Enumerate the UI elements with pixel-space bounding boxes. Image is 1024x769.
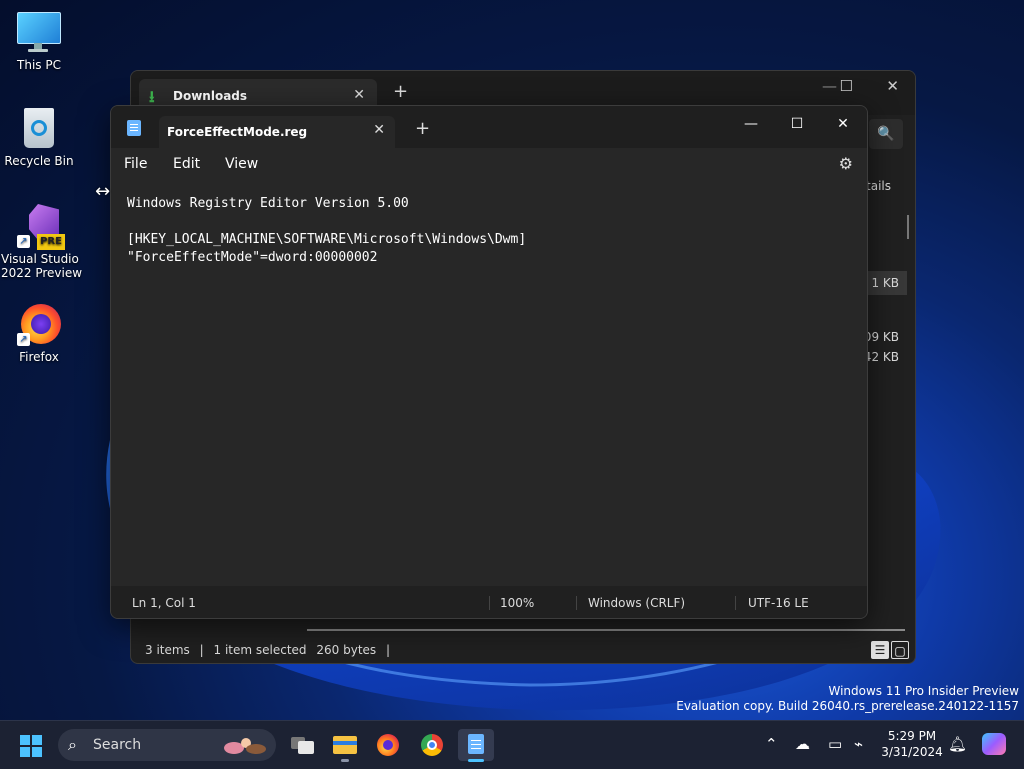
monitor-icon	[17, 10, 61, 54]
search-label: Search	[93, 737, 142, 753]
details-view-icon[interactable]: ☰	[871, 641, 889, 659]
cloud-offline-icon[interactable]: ☁	[795, 735, 810, 753]
desktop-icon-label: Firefox	[19, 350, 59, 364]
status-separator: |	[385, 643, 391, 657]
preview-badge: PRE	[37, 234, 65, 250]
recycle-bin-icon	[17, 106, 61, 150]
editor-line: [HKEY_LOCAL_MACHINE\SOFTWARE\Microsoft\W…	[127, 232, 527, 247]
encoding: UTF-16 LE	[748, 596, 809, 610]
close-tab-icon[interactable]: ✕	[373, 122, 385, 138]
minimize-button[interactable]: —	[822, 77, 837, 95]
watermark-line-2: Evaluation copy. Build 26040.rs_prerelea…	[676, 699, 1019, 713]
clock-date: 3/31/2024	[881, 745, 943, 759]
search-icon: ⌕	[68, 735, 77, 754]
folder-icon	[333, 736, 357, 754]
editor-line: Windows Registry Editor Version 5.00	[127, 196, 409, 211]
desktop-icon-this-pc[interactable]: This PC	[1, 10, 77, 72]
notification-bell-icon[interactable]: 🔔︎	[948, 735, 967, 753]
notepad-tab[interactable]: ForceEffectMode.reg ✕	[159, 116, 395, 148]
visual-studio-icon: PRE ↗	[17, 204, 65, 250]
notepad-title-bar: ForceEffectMode.reg ✕ + — ☐ ✕	[111, 106, 867, 148]
selection-size: 260 bytes	[316, 643, 377, 657]
notepad-icon	[468, 734, 484, 754]
taskbar-file-explorer[interactable]	[327, 729, 363, 762]
file-size: 1 KB	[871, 276, 899, 290]
status-divider	[489, 596, 490, 610]
settings-gear-icon[interactable]: ⚙	[839, 154, 853, 173]
close-button[interactable]: ✕	[823, 110, 863, 138]
status-divider	[735, 596, 736, 610]
editor-line: "ForceEffectMode"=dword:00000002	[127, 250, 378, 265]
desktop-icon-firefox[interactable]: ↗ Firefox	[1, 302, 77, 364]
resize-cursor-icon: ↔	[95, 181, 111, 202]
network-icon[interactable]: ⌁	[854, 735, 863, 753]
evaluation-watermark: Windows 11 Pro Insider Preview Evaluatio…	[676, 684, 1019, 714]
zoom-level: 100%	[500, 596, 535, 610]
firefox-icon: ↗	[17, 302, 61, 346]
tiles-view-icon[interactable]: ▢	[891, 641, 909, 659]
menu-edit[interactable]: Edit	[173, 156, 200, 172]
taskbar-clock[interactable]: 5:29 PM 3/31/2024	[880, 728, 944, 760]
desktop-icon-visual-studio[interactable]: PRE ↗ Visual Studio 2022 Preview	[1, 204, 83, 280]
new-tab-button[interactable]: +	[415, 118, 430, 139]
close-tab-icon[interactable]: ✕	[353, 87, 365, 103]
notepad-menu-bar: File Edit View ⚙	[111, 148, 867, 180]
taskbar-chrome[interactable]	[414, 729, 450, 761]
status-divider	[576, 596, 577, 610]
new-tab-button[interactable]: +	[393, 81, 408, 102]
text-editor[interactable]: Windows Registry Editor Version 5.00 [HK…	[111, 180, 867, 586]
item-count: 3 items	[145, 643, 190, 657]
clock-time: 5:29 PM	[887, 729, 937, 743]
shortcut-arrow-icon: ↗	[17, 235, 30, 248]
desktop-icon-label: Visual Studio 2022 Preview	[1, 252, 83, 280]
menu-file[interactable]: File	[124, 156, 147, 172]
taskbar-search-box[interactable]: ⌕ Search	[58, 729, 276, 761]
notepad-app-icon	[127, 120, 141, 136]
taskbar-notepad[interactable]	[458, 729, 494, 762]
display-icon[interactable]: ▭	[828, 735, 842, 753]
task-view-button[interactable]	[284, 729, 320, 761]
copilot-icon[interactable]	[982, 733, 1006, 755]
search-icon[interactable]: 🔍	[869, 119, 903, 149]
maximize-button[interactable]: ☐	[777, 110, 817, 138]
explorer-tab-label: Downloads	[173, 89, 248, 103]
taskbar: ⌕ Search ⌃ ☁ ▭ ⌁ 5:29 PM 3/31/2024 🔔︎	[0, 720, 1024, 769]
selection-count: 1 item selected	[213, 643, 307, 657]
menu-view[interactable]: View	[225, 156, 258, 172]
vertical-scrollbar[interactable]	[907, 215, 909, 239]
horizontal-scrollbar[interactable]	[307, 629, 905, 631]
explorer-status-bar: 3 items | 1 item selected 260 bytes |	[145, 643, 396, 657]
desktop-icon-label: This PC	[17, 58, 61, 72]
minimize-button[interactable]: —	[731, 110, 771, 138]
line-ending: Windows (CRLF)	[588, 596, 686, 610]
desktop-icon-label: Recycle Bin	[4, 154, 74, 168]
notepad-window[interactable]: ForceEffectMode.reg ✕ + — ☐ ✕ File Edit …	[110, 105, 868, 619]
maximize-button[interactable]: ☐	[840, 77, 853, 95]
status-separator: |	[199, 643, 204, 657]
cursor-position: Ln 1, Col 1	[132, 596, 196, 610]
shortcut-arrow-icon: ↗	[17, 333, 30, 346]
close-button[interactable]: ✕	[886, 77, 899, 95]
show-hidden-icons-chevron-icon[interactable]: ⌃	[765, 735, 778, 753]
watermark-line-1: Windows 11 Pro Insider Preview	[828, 684, 1019, 698]
notepad-status-bar: Ln 1, Col 1 100% Windows (CRLF) UTF-16 L…	[111, 586, 867, 618]
notepad-tab-title: ForceEffectMode.reg	[167, 125, 308, 139]
start-button[interactable]	[20, 735, 42, 757]
desktop-icon-recycle-bin[interactable]: Recycle Bin	[1, 106, 77, 168]
taskbar-firefox[interactable]	[370, 729, 406, 761]
search-highlight-art-icon	[224, 738, 266, 754]
